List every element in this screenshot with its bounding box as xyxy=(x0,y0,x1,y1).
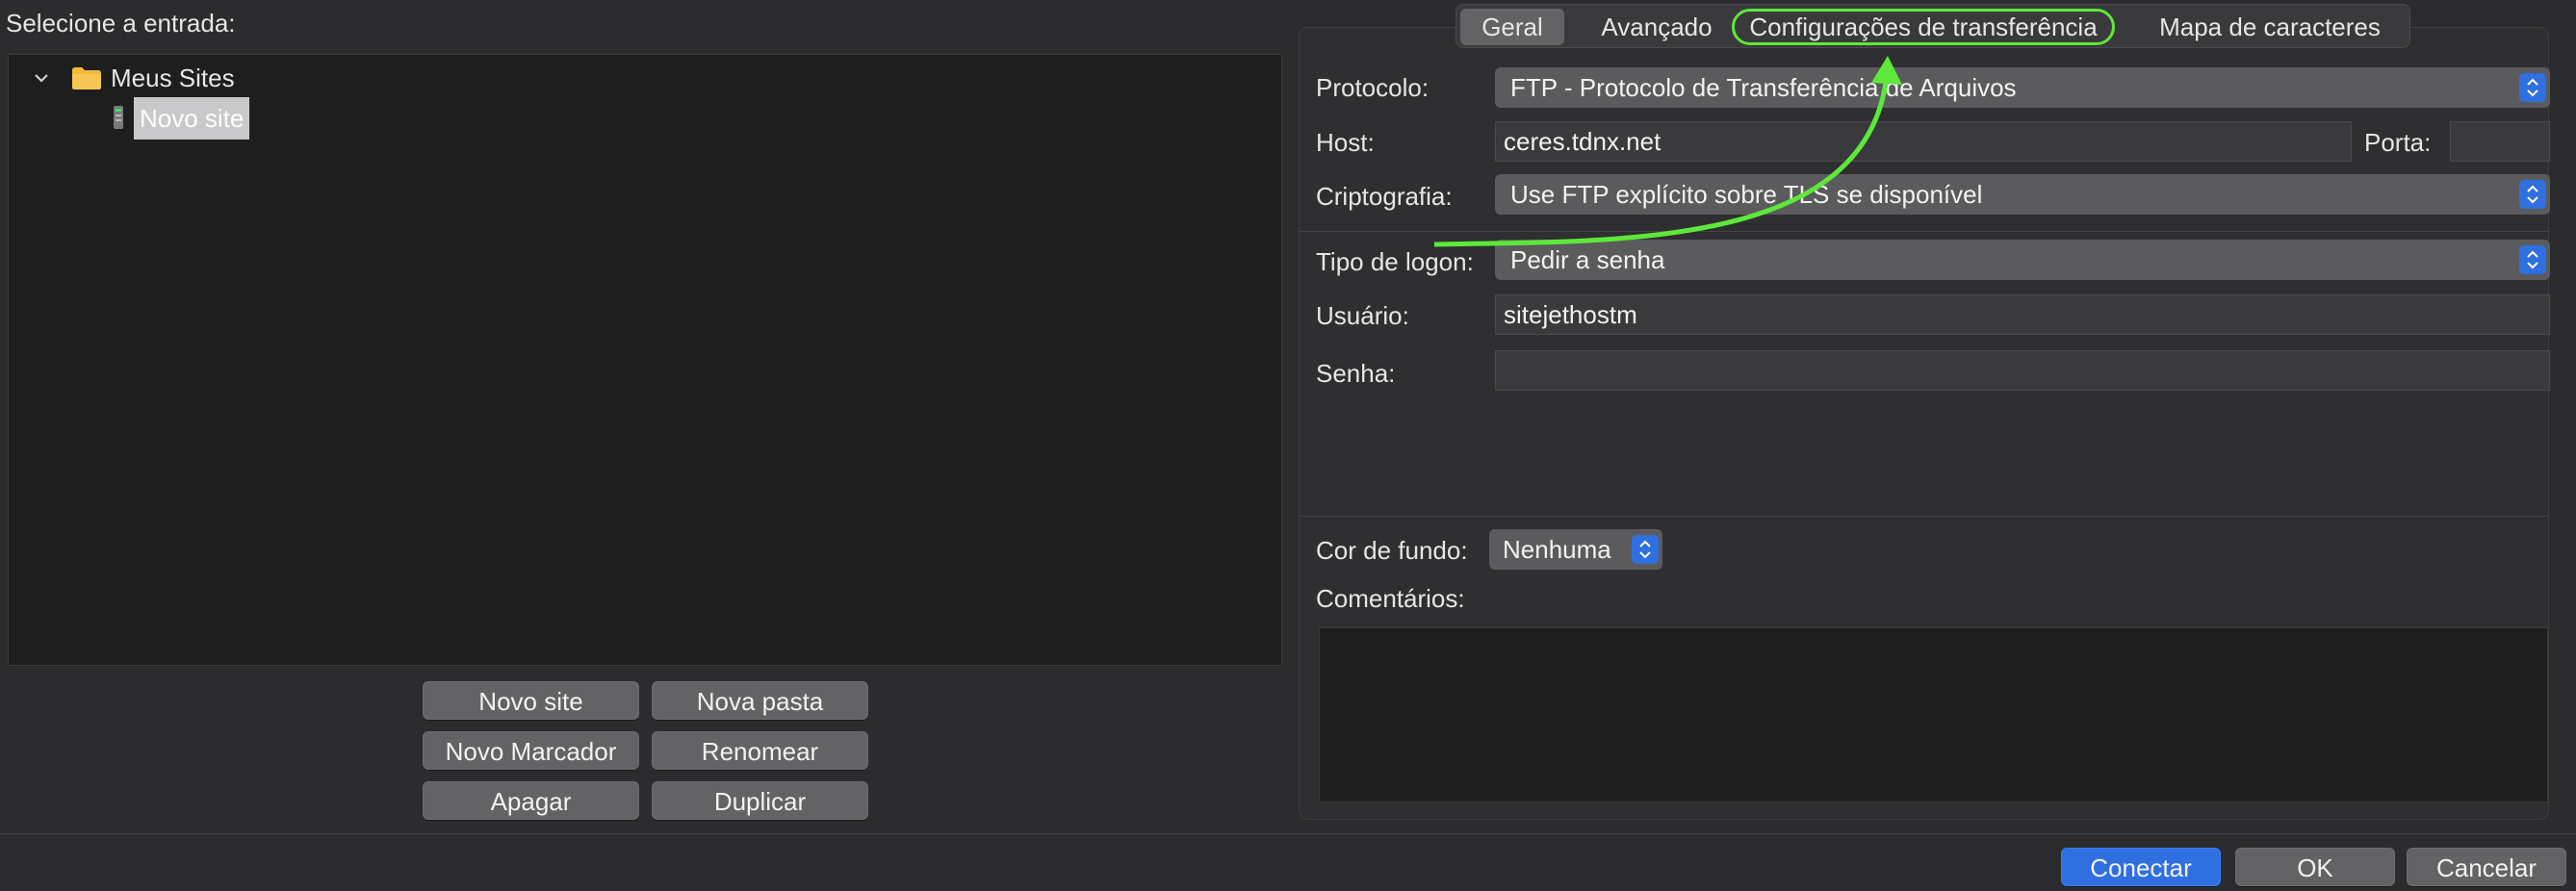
comments-label: Comentários: xyxy=(1316,584,1465,613)
password-field[interactable] xyxy=(1495,350,2550,391)
port-label: Porta: xyxy=(2364,128,2432,157)
background-color-select[interactable]: Nenhuma xyxy=(1489,529,1662,570)
tab-transfer-settings[interactable]: Configurações de transferência xyxy=(1732,9,2115,45)
host-label: Host: xyxy=(1316,128,1375,157)
tree-item-meus-sites[interactable]: Meus Sites xyxy=(30,59,235,97)
select-stepper-icon xyxy=(2519,245,2546,274)
protocol-label: Protocolo: xyxy=(1316,73,1430,102)
new-site-button[interactable]: Novo site xyxy=(423,681,639,720)
server-icon xyxy=(111,104,126,133)
footer-divider xyxy=(0,833,2576,834)
background-color-label: Cor de fundo: xyxy=(1316,536,1468,565)
password-label: Senha: xyxy=(1316,359,1396,388)
section-divider xyxy=(1299,516,2549,517)
new-folder-button[interactable]: Nova pasta xyxy=(652,681,868,720)
cancel-button[interactable]: Cancelar xyxy=(2407,848,2566,886)
select-stepper-icon xyxy=(1632,535,1659,564)
comments-textarea[interactable] xyxy=(1319,627,2548,802)
tree-item-label-selected[interactable]: Novo site xyxy=(134,97,250,140)
folder-icon xyxy=(70,64,103,91)
connect-button[interactable]: Conectar xyxy=(2061,848,2221,886)
tab-general[interactable]: Geral xyxy=(1460,9,1564,45)
tree-item-novo-site[interactable]: Novo site xyxy=(111,95,250,141)
tab-charset[interactable]: Mapa de caracteres xyxy=(2140,9,2400,45)
site-list-prompt-label: Selecione a entrada: xyxy=(6,9,236,38)
rename-button[interactable]: Renomear xyxy=(652,731,868,770)
annotation-arrow-icon xyxy=(1433,56,1902,247)
select-stepper-icon xyxy=(2519,73,2546,102)
new-bookmark-button[interactable]: Novo Marcador xyxy=(423,731,639,770)
select-stepper-icon xyxy=(2519,180,2546,209)
tree-item-label: Meus Sites xyxy=(111,63,235,92)
port-field[interactable] xyxy=(2450,121,2550,162)
ok-button[interactable]: OK xyxy=(2235,848,2395,886)
duplicate-button[interactable]: Duplicar xyxy=(652,781,868,820)
tab-advanced[interactable]: Avançado xyxy=(1572,9,1741,45)
user-label: Usuário: xyxy=(1316,301,1409,330)
delete-button[interactable]: Apagar xyxy=(423,781,639,820)
settings-tabs: Geral Avançado Configurações de transfer… xyxy=(1455,4,2410,48)
chevron-down-icon[interactable] xyxy=(30,66,53,89)
site-tree[interactable]: Meus Sites Novo site xyxy=(8,54,1282,666)
background-color-select-value: Nenhuma xyxy=(1503,535,1611,564)
user-field[interactable]: sitejethostm xyxy=(1495,294,2550,335)
